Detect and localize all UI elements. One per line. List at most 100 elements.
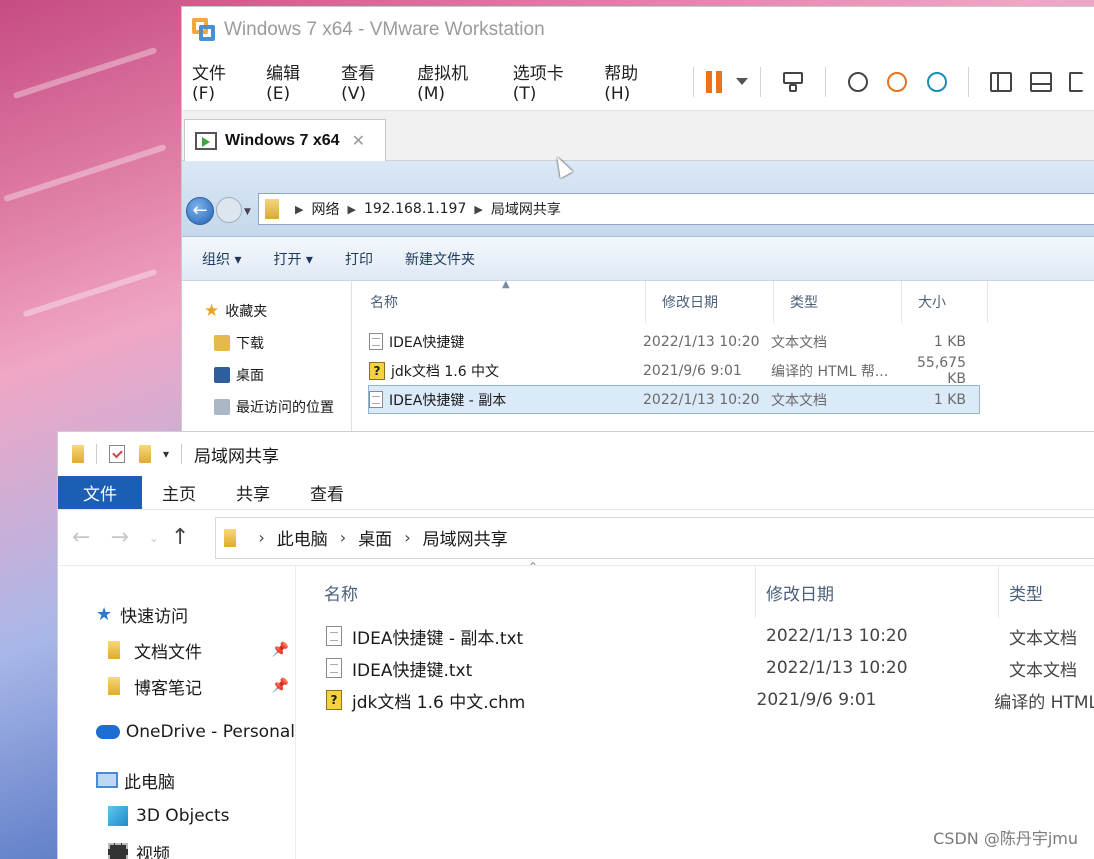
snapshot-manager-icon[interactable] [923,68,951,96]
menu-file[interactable]: 文件(F) [192,59,248,104]
breadcrumb-share[interactable]: 局域网共享 [491,199,561,219]
snapshot-icon[interactable] [844,68,872,96]
breadcrumb-desktop[interactable]: 桌面 [358,525,392,550]
explorer-address-row: ← → ⌄ ↑ › 此电脑 › 桌面 › 局域网共享 [58,510,1094,566]
computer-icon [96,772,118,788]
nav-this-pc[interactable]: 此电脑 [58,762,295,798]
send-ctrl-alt-del-icon[interactable] [779,68,807,96]
file-type: 文本文档 [771,334,827,351]
menu-vm[interactable]: 虚拟机(M) [417,59,495,104]
watermark: CSDN @陈丹宇jmu [933,829,1078,848]
properties-icon[interactable] [109,445,125,463]
recent-locations-icon[interactable]: ⌄ [149,531,159,545]
history-dropdown-icon[interactable]: ▼ [244,207,251,217]
show-library-icon[interactable] [987,68,1015,96]
explorer-titlebar: ▾ 局域网共享 [58,432,1094,476]
tab-windows7[interactable]: Windows 7 x64 ✕ [184,119,386,161]
chevron-right-icon[interactable]: ▶ [295,203,303,216]
column-date[interactable]: 修改日期 [756,566,999,618]
file-row[interactable]: ? jdk文档 1.6 中文.chm 2021/9/6 9:01 编译的 HTML [296,684,1094,716]
nav-onedrive[interactable]: OneDrive - Personal [58,714,295,750]
forward-button[interactable] [216,197,242,223]
menu-view[interactable]: 查看(V) [341,59,399,104]
text-file-icon [326,658,342,678]
column-size[interactable]: 大小 [902,281,988,323]
tab-view[interactable]: 查看 [290,476,364,509]
customize-toolbar-icon[interactable]: ▾ [163,447,169,461]
column-type[interactable]: 类型 [774,281,902,323]
file-type: 文本文档 [1009,628,1077,649]
file-row[interactable]: ? jdk文档 1.6 中文 2021/9/6 9:01 编译的 HTML 帮..… [368,355,980,387]
forward-arrow-icon[interactable]: → [110,525,128,550]
nav-recent[interactable]: 最近访问的位置 [182,391,351,423]
divider [96,444,97,464]
text-file-icon [326,626,342,646]
open-button[interactable]: 打开 ▾ [273,249,312,269]
folder-icon [72,445,84,463]
column-type[interactable]: 类型 [999,566,1043,618]
pin-icon[interactable]: 📌 [272,642,289,658]
wallpaper-stroke [12,46,158,100]
pause-button[interactable] [706,70,749,93]
menu-edit[interactable]: 编辑(E) [266,59,323,104]
breadcrumb-share[interactable]: 局域网共享 [423,525,508,550]
chevron-right-icon[interactable]: ▶ [474,203,482,216]
vm-running-icon [195,131,217,150]
file-name: IDEA快捷键 - 副本 [389,392,507,409]
nav-favorites[interactable]: ★ 收藏夹 [182,295,351,327]
column-date[interactable]: 修改日期 [646,281,774,323]
new-folder-icon[interactable] [139,445,151,463]
chevron-right-icon[interactable]: ▶ [347,203,355,216]
fullscreen-icon[interactable] [1066,68,1094,96]
up-arrow-icon[interactable]: ↑ [171,525,189,550]
nav-docs[interactable]: 文档文件 📌 [58,632,295,668]
guest-address-bar[interactable]: ▶ 网络 ▶ 192.168.1.197 ▶ 局域网共享 [258,193,1094,225]
organize-button[interactable]: 组织 ▾ [202,249,241,269]
close-icon[interactable]: ✕ [352,131,365,150]
nav-desktop[interactable]: 桌面 [182,359,351,391]
window-title: 局域网共享 [194,446,280,467]
chevron-right-icon[interactable]: › [404,528,410,547]
file-row[interactable]: IDEA快捷键.txt 2022/1/13 10:20 文本文档 [296,652,1094,684]
file-date: 2022/1/13 10:20 [766,626,908,646]
tab-home[interactable]: 主页 [142,476,216,509]
nav-quick-access[interactable]: ★ 快速访问 [58,596,295,632]
revert-snapshot-icon[interactable] [883,68,911,96]
file-row-selected[interactable]: IDEA快捷键 - 副本 2022/1/13 10:20 文本文档 1 KB [368,385,980,414]
breadcrumb-this-pc[interactable]: 此电脑 [277,525,328,550]
nav-3d-objects[interactable]: 3D Objects [58,798,295,834]
toolbar-divider [824,66,826,97]
back-arrow-icon[interactable]: ← [72,525,90,550]
new-folder-button[interactable]: 新建文件夹 [405,249,475,269]
print-button[interactable]: 打印 [345,249,373,269]
nav-label: 快速访问 [120,606,189,627]
menu-tabs[interactable]: 选项卡(T) [513,59,586,104]
nav-blog[interactable]: 博客笔记 📌 [58,668,295,704]
tab-share[interactable]: 共享 [216,476,290,509]
file-list: ⌃ 名称 修改日期 类型 IDEA快捷键 - 副本.txt 2022/1/13 … [296,560,1094,716]
column-name[interactable]: 名称 [296,566,756,618]
column-name[interactable]: 名称 [354,281,646,323]
navigation-pane: ★ 快速访问 文档文件 📌 博客笔记 📌 OneDrive - Personal 此电… [58,566,296,859]
breadcrumb-host[interactable]: 192.168.1.197 [364,201,466,217]
pin-icon[interactable]: 📌 [272,678,289,694]
tab-file[interactable]: 文件 [58,476,142,509]
chevron-right-icon[interactable]: › [258,528,264,547]
divider [181,444,183,464]
nav-videos[interactable]: 视频 [58,834,295,859]
guest-explorer: ← ▼ ▶ 网络 ▶ 192.168.1.197 ▶ 局域网共享 组织 ▾ 打开… [182,161,1094,447]
back-button[interactable]: ← [186,197,214,225]
nav-downloads[interactable]: 下载 [182,327,351,359]
ribbon-tabs: 文件 主页 共享 查看 [58,476,1094,510]
address-bar[interactable]: › 此电脑 › 桌面 › 局域网共享 [215,516,1094,559]
chevron-down-icon[interactable] [736,78,749,85]
downloads-icon [214,335,230,351]
thumbnail-bar-icon[interactable] [1027,68,1055,96]
chevron-right-icon[interactable]: › [340,528,346,547]
breadcrumb-network[interactable]: 网络 [311,199,339,219]
file-row[interactable]: IDEA快捷键 - 副本.txt 2022/1/13 10:20 文本文档 [296,620,1094,652]
vmware-menubar: 文件(F) 编辑(E) 查看(V) 虚拟机(M) 选项卡(T) 帮助(H) [182,53,1094,111]
menu-help[interactable]: 帮助(H) [604,59,663,104]
vmware-tabbar: Windows 7 x64 ✕ [182,111,1094,161]
file-row[interactable]: IDEA快捷键 2022/1/13 10:20 文本文档 1 KB [368,327,980,356]
